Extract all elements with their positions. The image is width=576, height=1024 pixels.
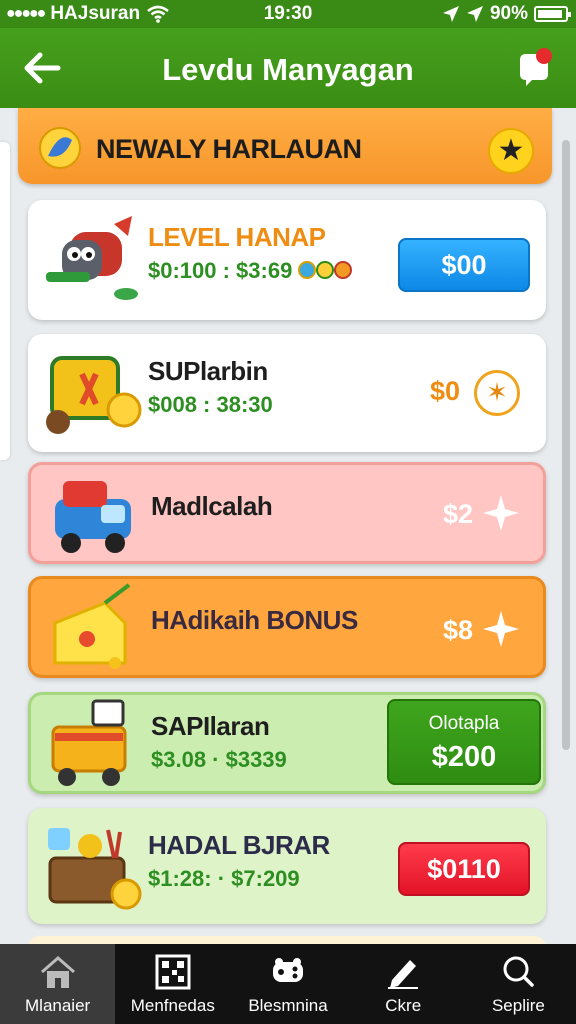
featured-banner[interactable]: NEWALY HARLAUAN ★ xyxy=(18,108,552,184)
item-price: $8 xyxy=(443,615,474,645)
location-arrow-icon xyxy=(442,6,459,22)
list-item[interactable]: LEVEL HANAP $0:100 : $3:69 $00 xyxy=(28,200,546,320)
location-arrow-icon xyxy=(466,6,483,22)
nav-label: Seplire xyxy=(491,996,545,1015)
bottom-navigation: Mlanaier Menfnedas Blesmnina Ckre Seplir… xyxy=(0,944,576,1024)
cart-computer-icon xyxy=(51,699,127,786)
buy-button-price: $200 xyxy=(431,741,497,773)
star-action-button[interactable]: ✶ xyxy=(474,370,520,416)
home-icon xyxy=(40,956,75,988)
game-controller-icon xyxy=(273,958,303,982)
item-price: $0 xyxy=(430,376,461,406)
buy-button-label: Olotapla xyxy=(428,713,500,734)
list-item[interactable]: HAdikaih BONUS $8 xyxy=(28,576,546,678)
page-title: Levdu Manyagan xyxy=(162,52,414,87)
coin-icon xyxy=(39,127,81,169)
sparkle-icon[interactable] xyxy=(481,493,521,533)
side-panel-edge[interactable] xyxy=(0,142,10,460)
item-price: $2 xyxy=(443,499,474,529)
nav-item-home[interactable]: Mlanaier xyxy=(0,944,116,1024)
status-bar: ●●●●● HAJsuran 19:30 90% xyxy=(0,0,576,28)
item-title: SAPIlaran xyxy=(151,711,270,741)
item-title: Madlcalah xyxy=(151,491,273,521)
list-item[interactable]: SUPlarbin $008 : 38:30 $0 ✶ xyxy=(28,334,546,452)
search-icon xyxy=(503,956,535,987)
item-price-range: $0:100 : $3:69 xyxy=(148,258,354,284)
item-price-range: $1:28: · $7:209 xyxy=(148,866,300,891)
buy-button[interactable]: $0110 xyxy=(398,842,530,896)
cheese-gift-icon xyxy=(53,583,131,669)
nav-label: Menfnedas xyxy=(130,996,215,1015)
item-title: HADAL BJRAR xyxy=(148,830,330,860)
item-title: HAdikaih BONUS xyxy=(151,605,358,635)
star-icon[interactable]: ★ xyxy=(488,128,534,174)
treasure-cart-icon xyxy=(46,356,142,434)
buy-button[interactable]: Olotapla $200 xyxy=(387,699,541,785)
list-item[interactable]: Madlcalah $2 xyxy=(28,462,546,564)
item-price-range: $3.08 · $3339 xyxy=(151,747,287,772)
nav-item-menu[interactable]: Menfnedas xyxy=(115,944,230,1024)
nav-label: Blesmnina xyxy=(248,996,328,1015)
treasure-chest-icon xyxy=(48,828,142,910)
list-item-partial[interactable] xyxy=(28,936,546,944)
item-price-range: $008 : 38:30 xyxy=(148,392,273,417)
battery-percent: 90% xyxy=(489,3,528,24)
scrollbar[interactable] xyxy=(562,140,570,750)
list-item[interactable]: HADAL BJRAR $1:28: · $7:209 $0110 xyxy=(28,808,546,924)
content-area[interactable]: NEWALY HARLAUAN ★ LEVEL HANAP $0:100 : $… xyxy=(0,108,576,944)
nav-item-edit[interactable]: Ckre xyxy=(346,944,461,1024)
item-title: SUPlarbin xyxy=(148,356,268,386)
nav-item-games[interactable]: Blesmnina xyxy=(230,944,345,1024)
gem-icons xyxy=(298,261,353,279)
battery-icon xyxy=(534,6,571,22)
edit-icon xyxy=(388,960,419,989)
nav-label: Ckre xyxy=(385,996,422,1015)
rocket-toy-icon xyxy=(46,216,138,300)
qr-grid-icon xyxy=(155,954,191,990)
chat-notification-icon[interactable] xyxy=(514,46,554,90)
toy-truck-icon xyxy=(55,481,131,553)
nav-item-search[interactable]: Seplire xyxy=(461,944,576,1024)
sparkle-icon[interactable] xyxy=(481,609,521,649)
buy-button[interactable]: $00 xyxy=(398,238,530,292)
item-title: LEVEL HANAP xyxy=(148,222,326,252)
list-item[interactable]: SAPIlaran $3.08 · $3339 Olotapla $200 xyxy=(28,692,546,794)
app-header: Levdu Manyagan xyxy=(0,28,576,108)
nav-label: Mlanaier xyxy=(25,996,91,1015)
banner-title: NEWALY HARLAUAN xyxy=(96,134,362,164)
